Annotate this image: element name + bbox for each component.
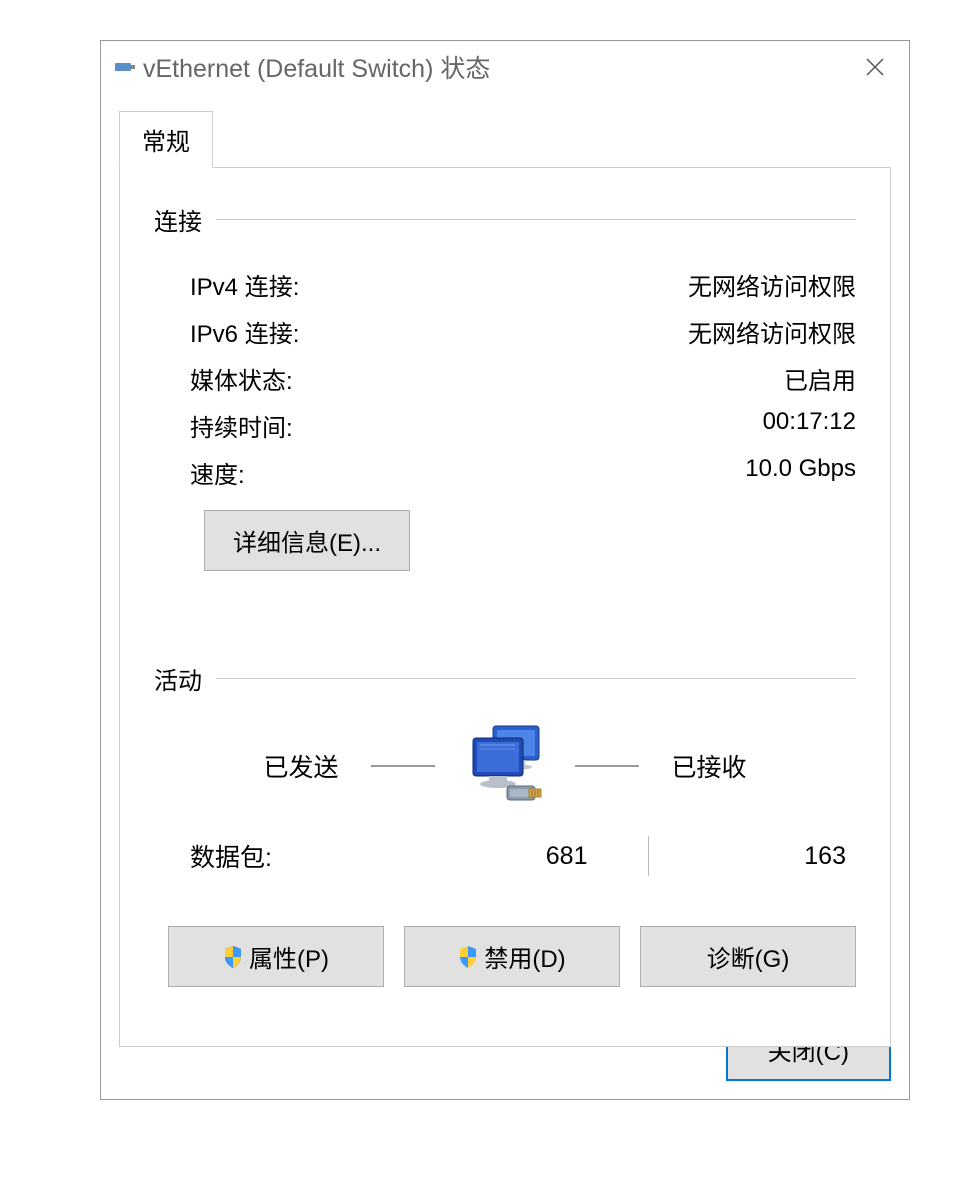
packets-received-value: 163: [649, 842, 857, 871]
ipv6-label: IPv6 连接:: [190, 314, 299, 349]
tab-general[interactable]: 常规: [119, 111, 213, 168]
packets-label: 数据包:: [190, 838, 390, 874]
activity-line: [371, 765, 435, 767]
window-title: vEthernet (Default Switch) 状态: [143, 49, 855, 85]
tab-strip: 常规: [101, 93, 909, 168]
details-button-row: 详细信息(E)...: [154, 510, 856, 571]
network-adapter-icon: [115, 60, 135, 74]
shield-icon: [458, 946, 478, 968]
packets-row: 数据包: 681 163: [154, 836, 856, 876]
received-label: 已接收: [659, 748, 759, 784]
media-row: 媒体状态: 已启用: [154, 355, 856, 402]
speed-row: 速度: 10.0 Gbps: [154, 449, 856, 496]
ipv6-row: IPv6 连接: 无网络访问权限: [154, 308, 856, 355]
diagnose-button[interactable]: 诊断(G): [640, 926, 856, 987]
titlebar: vEthernet (Default Switch) 状态: [101, 41, 909, 93]
media-label: 媒体状态:: [190, 361, 293, 396]
shield-icon: [223, 946, 243, 968]
properties-button[interactable]: 属性(P): [168, 926, 384, 987]
diagnose-label: 诊断(G): [707, 939, 790, 974]
duration-label: 持续时间:: [190, 408, 293, 443]
connection-header: 连接: [154, 202, 856, 237]
activity-line: [575, 765, 639, 767]
divider: [216, 219, 856, 220]
duration-row: 持续时间: 00:17:12: [154, 402, 856, 449]
network-status-dialog: vEthernet (Default Switch) 状态 常规 连接 IPv4…: [100, 40, 910, 1100]
activity-section: 活动 已发送: [154, 661, 856, 987]
speed-value: 10.0 Gbps: [745, 455, 856, 490]
activity-title: 活动: [154, 661, 202, 696]
network-computers-icon: [455, 726, 555, 806]
ipv6-value: 无网络访问权限: [688, 314, 856, 349]
details-button[interactable]: 详细信息(E)...: [204, 510, 410, 571]
properties-label: 属性(P): [249, 939, 329, 974]
speed-label: 速度:: [190, 455, 245, 490]
packets-sent-value: 681: [390, 842, 648, 871]
activity-visual: 已发送: [154, 726, 856, 806]
duration-value: 00:17:12: [763, 408, 856, 443]
ipv4-value: 无网络访问权限: [688, 267, 856, 302]
ipv4-label: IPv4 连接:: [190, 267, 299, 302]
sent-label: 已发送: [251, 748, 351, 784]
ipv4-row: IPv4 连接: 无网络访问权限: [154, 261, 856, 308]
tab-content: 连接 IPv4 连接: 无网络访问权限 IPv6 连接: 无网络访问权限 媒体状…: [119, 167, 891, 1047]
media-value: 已启用: [784, 361, 856, 396]
disable-button[interactable]: 禁用(D): [404, 926, 620, 987]
close-icon[interactable]: [855, 47, 895, 87]
activity-header: 活动: [154, 661, 856, 696]
disable-label: 禁用(D): [484, 939, 565, 974]
divider: [216, 678, 856, 679]
connection-title: 连接: [154, 202, 202, 237]
action-buttons: 属性(P) 禁用(D) 诊断(G): [154, 926, 856, 987]
